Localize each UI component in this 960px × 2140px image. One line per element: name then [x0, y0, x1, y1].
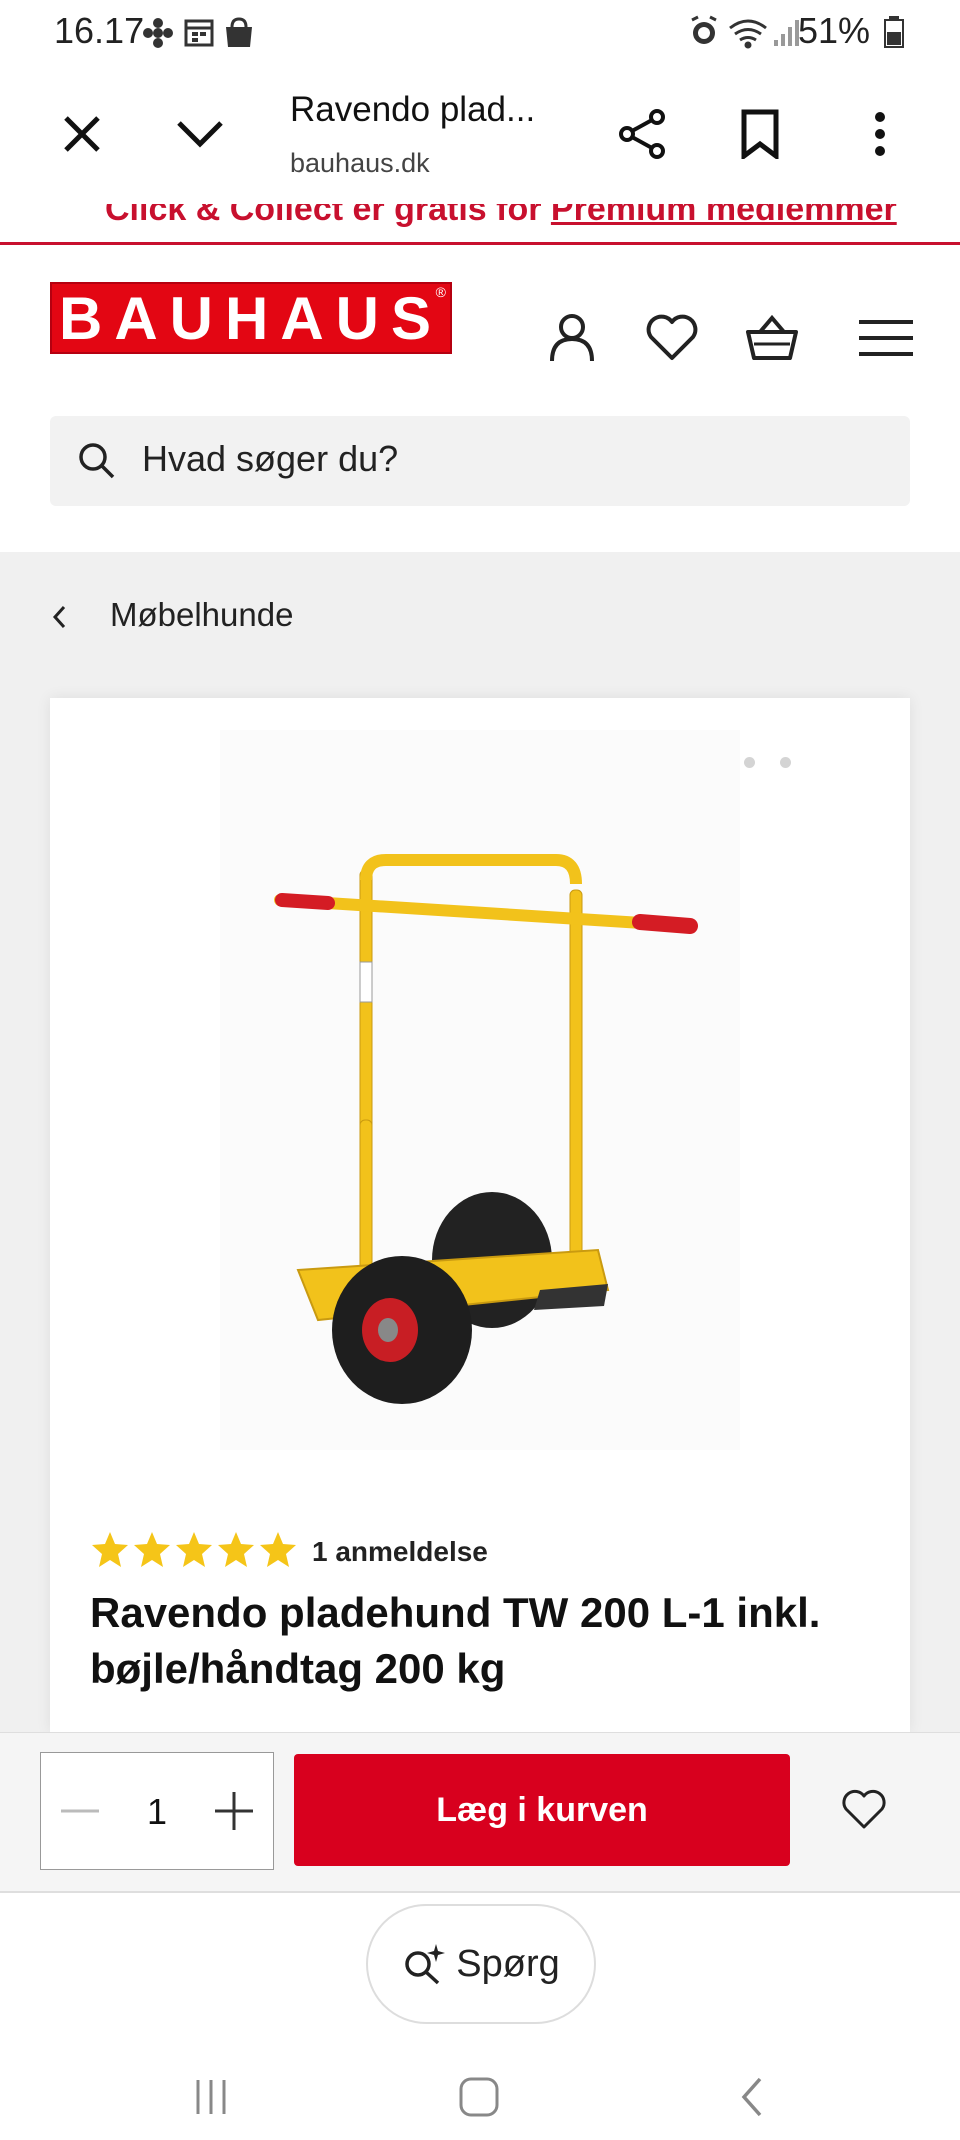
rating-stars[interactable] [90, 1530, 300, 1570]
add-to-cart-button[interactable]: Læg i kurven [294, 1754, 790, 1866]
page-title: Ravendo plad... [290, 90, 536, 129]
sparkle-search-icon [405, 1944, 446, 1985]
alarm-icon [691, 15, 717, 44]
user-icon [550, 314, 594, 362]
home-icon [459, 2077, 499, 2117]
breadcrumb-back[interactable] [50, 602, 70, 637]
promo-banner: Click & Collect er gratis for Premium me… [0, 204, 960, 245]
recent-apps-icon [196, 2080, 226, 2114]
share-button[interactable] [610, 102, 674, 166]
system-icons [691, 15, 799, 49]
bauhaus-logo[interactable]: BAUHAUS ® [50, 282, 452, 354]
add-to-cart-label: Læg i kurven [436, 1790, 648, 1829]
battery-icon [884, 16, 904, 48]
heart-icon [842, 1789, 886, 1829]
more-options-button[interactable] [848, 102, 912, 166]
hamburger-menu-icon [859, 320, 913, 356]
wishlist-button[interactable] [640, 306, 704, 370]
chevron-down-icon [177, 121, 223, 148]
pinwheel-icon [143, 18, 173, 48]
wifi-icon [729, 19, 767, 49]
bookmark-icon [741, 109, 779, 159]
gallery-dot-2[interactable] [744, 757, 755, 768]
logo-text: BAUHAUS [59, 284, 443, 352]
bookmark-button[interactable] [728, 102, 792, 166]
plus-icon [215, 1792, 253, 1830]
review-count-link[interactable]: 1 anmeldelse [312, 1536, 488, 1568]
notification-icons [143, 17, 252, 48]
menu-button[interactable] [854, 306, 918, 370]
system-navigation-bar [0, 2030, 960, 2140]
minimize-button[interactable] [168, 102, 232, 166]
breadcrumb[interactable]: Møbelhunde [110, 596, 293, 634]
gallery-dot-3[interactable] [780, 757, 791, 768]
close-tab-button[interactable] [50, 102, 114, 166]
search-bar[interactable]: Hvad søger du? [50, 416, 910, 506]
status-time: 16.17 [54, 10, 145, 51]
basket-icon [746, 314, 798, 360]
shopping-bag-icon [226, 17, 252, 47]
ask-label: Spørg [456, 1942, 560, 1985]
account-button[interactable] [540, 306, 604, 370]
recent-apps-button[interactable] [180, 2074, 244, 2124]
increase-quantity-button[interactable] [209, 1789, 259, 1833]
logo-registered-mark: ® [435, 284, 446, 300]
premium-link[interactable]: Premium medlemmer [551, 204, 897, 228]
battery-percent: 51% [797, 10, 870, 51]
chevron-left-icon [52, 605, 66, 629]
search-icon [79, 443, 115, 479]
browser-toolbar: Ravendo plad... bauhaus.dk [0, 64, 960, 206]
back-icon [741, 2077, 762, 2117]
add-to-wishlist-button[interactable] [832, 1778, 896, 1842]
close-icon [64, 116, 100, 152]
basket-button[interactable] [740, 306, 804, 370]
product-title: Ravendo pladehund TW 200 L-1 inkl. bøjle… [90, 1589, 821, 1692]
status-bar: 16.17 51% [0, 0, 960, 64]
ask-button[interactable]: Spørg [366, 1904, 596, 2024]
calendar-icon [184, 19, 214, 47]
home-button[interactable] [448, 2074, 512, 2124]
signal-icon [774, 20, 799, 46]
more-vertical-icon [875, 112, 885, 156]
search-input[interactable]: Hvad søger du? [142, 438, 398, 480]
back-button[interactable] [720, 2074, 784, 2124]
quantity-stepper: 1 [40, 1752, 274, 1870]
promo-text: Click & Collect er gratis for [105, 204, 551, 228]
product-image[interactable] [220, 730, 740, 1450]
heart-icon [646, 314, 698, 360]
url-domain: bauhaus.dk [290, 148, 430, 178]
share-icon [619, 109, 665, 159]
